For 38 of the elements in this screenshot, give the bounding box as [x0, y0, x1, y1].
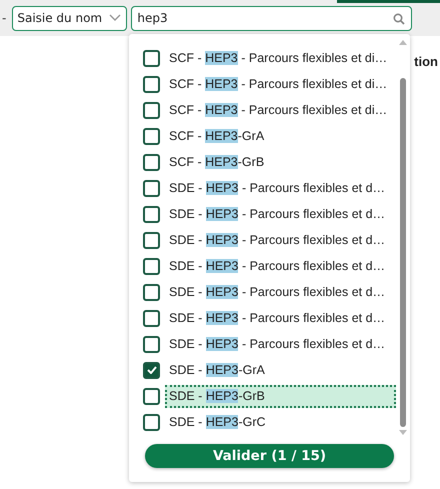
option-item[interactable]: SCF - HEP3 - Parcours flexibles et di…: [165, 72, 396, 96]
option-item[interactable]: SDE - HEP3-GrC: [165, 410, 396, 434]
search-icon: [393, 12, 406, 24]
checkbox[interactable]: [143, 50, 160, 66]
validate-button[interactable]: Valider (1 / 15): [145, 444, 394, 468]
checkbox[interactable]: [143, 414, 160, 430]
option-item[interactable]: SCF - HEP3-GrA: [165, 124, 396, 148]
option-item[interactable]: SCF - HEP3 - Parcours flexibles et di…: [165, 98, 396, 122]
checkbox[interactable]: [143, 154, 160, 170]
option-item[interactable]: SDE - HEP3 - Parcours flexibles et d…: [165, 254, 396, 278]
option-item[interactable]: SDE - HEP3 - Parcours flexibles et d…: [165, 332, 396, 356]
option-item[interactable]: SDE - HEP3 - Parcours flexibles et d…: [165, 228, 396, 252]
checkbox[interactable]: [143, 310, 160, 326]
chevron-down-icon: [109, 14, 122, 22]
option-item[interactable]: SDE - HEP3 - Parcours flexibles et d…: [165, 202, 396, 226]
checkbox[interactable]: [143, 128, 160, 144]
checkbox[interactable]: [143, 362, 160, 378]
option-item[interactable]: SDE - HEP3 - Parcours flexibles et d…: [165, 176, 396, 200]
checkbox[interactable]: [143, 102, 160, 118]
checkbox[interactable]: [143, 76, 160, 92]
checkmark-icon: [146, 366, 156, 374]
option-item[interactable]: SDE - HEP3 - Parcours flexibles et d…: [165, 280, 396, 304]
option-item[interactable]: SDE - HEP3-GrA: [165, 358, 396, 382]
checkbox[interactable]: [143, 232, 160, 248]
checkbox[interactable]: [143, 388, 160, 404]
search-field[interactable]: hep3: [131, 6, 412, 30]
mode-select[interactable]: Saisie du nom: [12, 6, 128, 30]
option-item[interactable]: SCF - HEP3-GrB: [165, 150, 396, 174]
checkbox[interactable]: [143, 284, 160, 300]
option-item[interactable]: SDE - HEP3-GrB: [165, 384, 396, 408]
checkbox[interactable]: [143, 206, 160, 222]
section-heading: tion: [414, 54, 438, 69]
dash-separator: -: [2, 11, 6, 25]
option-item[interactable]: SCF - HEP3 - Parcours flexibles et di…: [165, 46, 396, 70]
checkbox[interactable]: [143, 180, 160, 196]
checkbox[interactable]: [143, 258, 160, 274]
option-item[interactable]: SDE - HEP3 - Parcours flexibles et d…: [165, 306, 396, 330]
checkbox[interactable]: [143, 336, 160, 352]
